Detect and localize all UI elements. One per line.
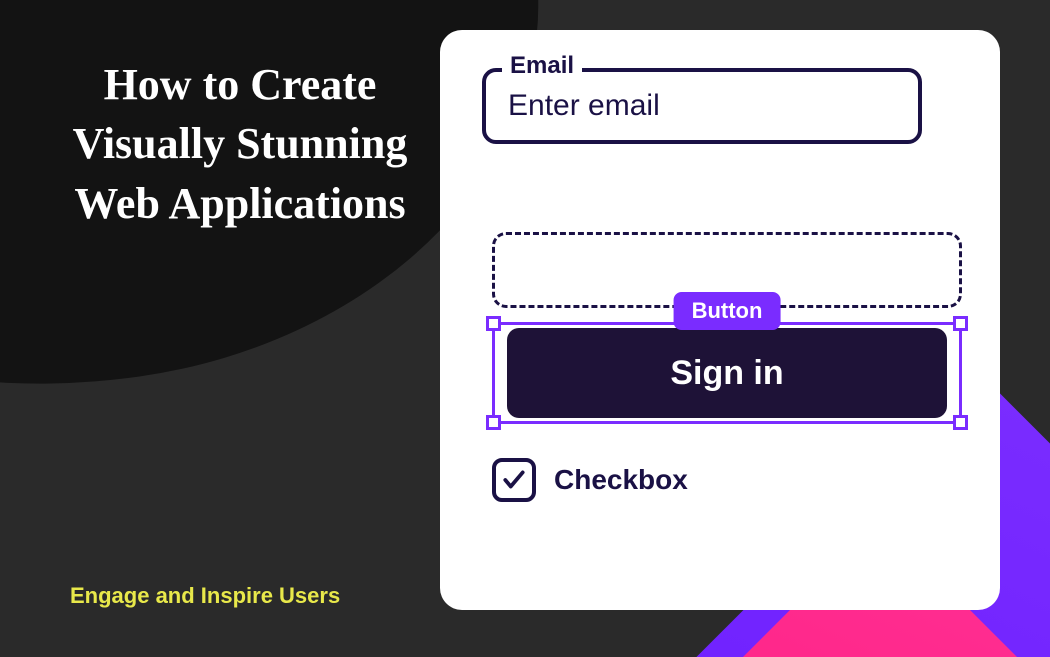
email-label-wrap: Email	[502, 52, 582, 80]
form-card: Email Button Sign in	[440, 30, 1000, 610]
selection-line-bottom	[492, 421, 962, 424]
checkbox-input[interactable]	[492, 458, 536, 502]
signin-button[interactable]: Sign in	[507, 328, 947, 418]
button-tag-label: Button	[674, 292, 781, 330]
email-field-group: Email	[482, 68, 922, 144]
headline-text: How to Create Visually Stunning Web Appl…	[60, 55, 420, 233]
selection-handle-bl[interactable]	[486, 415, 501, 430]
check-icon	[501, 467, 527, 493]
button-selection-area: Button Sign in	[492, 314, 962, 432]
selection-line-right	[959, 322, 962, 424]
selection-frame: Sign in	[492, 314, 962, 432]
checkbox-row: Checkbox	[492, 458, 970, 502]
selection-handle-tl[interactable]	[486, 316, 501, 331]
banner-canvas: How to Create Visually Stunning Web Appl…	[0, 0, 1050, 657]
selection-handle-br[interactable]	[953, 415, 968, 430]
subheadline-text: Engage and Inspire Users	[70, 583, 340, 609]
selection-handle-tr[interactable]	[953, 316, 968, 331]
checkbox-label: Checkbox	[554, 464, 688, 496]
email-label: Email	[510, 52, 574, 80]
selection-line-left	[492, 322, 495, 424]
